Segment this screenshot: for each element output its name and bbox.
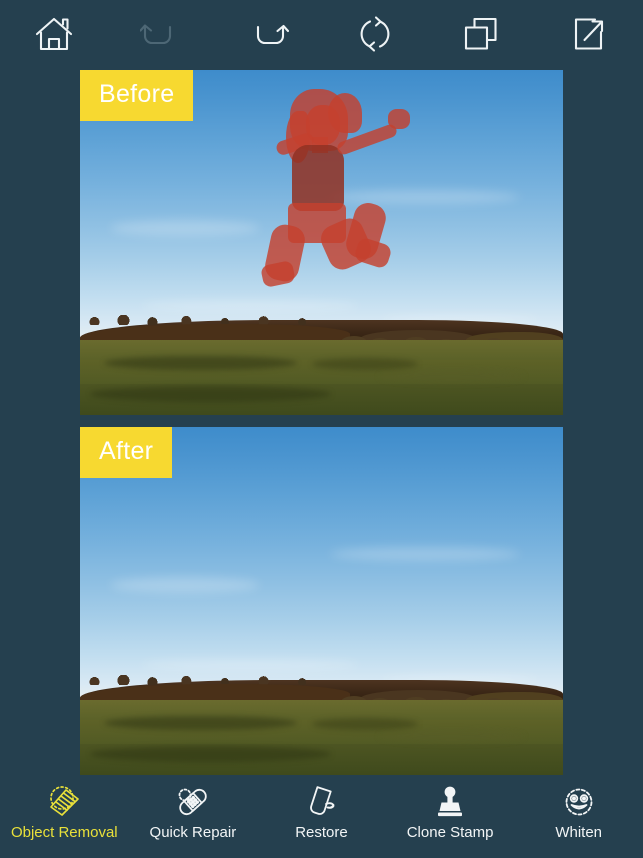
tool-object-removal[interactable]: Object Removal <box>0 775 129 858</box>
cloud-wisp <box>140 300 360 312</box>
cloud-wisp <box>110 577 260 593</box>
bottom-toolbar: Object Removal Quick Repair Restore Clon… <box>0 775 643 858</box>
cloud-wisp <box>330 547 520 561</box>
brush-icon <box>302 783 340 821</box>
refresh-icon <box>357 15 393 53</box>
share-button[interactable] <box>536 0 643 68</box>
before-image-panel[interactable]: Before <box>80 70 563 415</box>
bandage-icon <box>174 783 212 821</box>
cloud-wisp <box>140 659 360 671</box>
tool-quick-repair[interactable]: Quick Repair <box>129 775 258 858</box>
undo-button[interactable] <box>107 0 214 68</box>
redo-button[interactable] <box>214 0 321 68</box>
landscape <box>80 675 563 775</box>
top-toolbar <box>0 0 643 68</box>
home-icon <box>34 15 74 53</box>
home-button[interactable] <box>0 0 107 68</box>
smiley-icon <box>560 783 598 821</box>
before-badge: Before <box>80 70 194 121</box>
tool-label: Clone Stamp <box>406 824 494 841</box>
redo-icon <box>247 17 289 51</box>
tool-whiten[interactable]: Whiten <box>514 775 643 858</box>
undo-icon <box>139 17 182 51</box>
after-image-panel[interactable]: After <box>80 427 563 775</box>
tool-label: Restore <box>295 824 348 841</box>
clone-stamp-icon <box>431 783 469 821</box>
tool-label: Quick Repair <box>149 824 237 841</box>
tool-clone-stamp[interactable]: Clone Stamp <box>386 775 515 858</box>
compare-button[interactable] <box>429 0 536 68</box>
selection-mask-overlay[interactable] <box>250 85 418 300</box>
tool-label: Object Removal <box>10 824 118 841</box>
reset-button[interactable] <box>322 0 429 68</box>
cloud-wisp <box>110 220 260 236</box>
share-icon <box>571 15 607 53</box>
after-badge: After <box>80 427 173 478</box>
tool-label: Whiten <box>555 824 603 841</box>
landscape <box>80 315 563 415</box>
eraser-icon <box>45 783 83 821</box>
layers-icon <box>462 15 502 53</box>
tool-restore[interactable]: Restore <box>257 775 386 858</box>
